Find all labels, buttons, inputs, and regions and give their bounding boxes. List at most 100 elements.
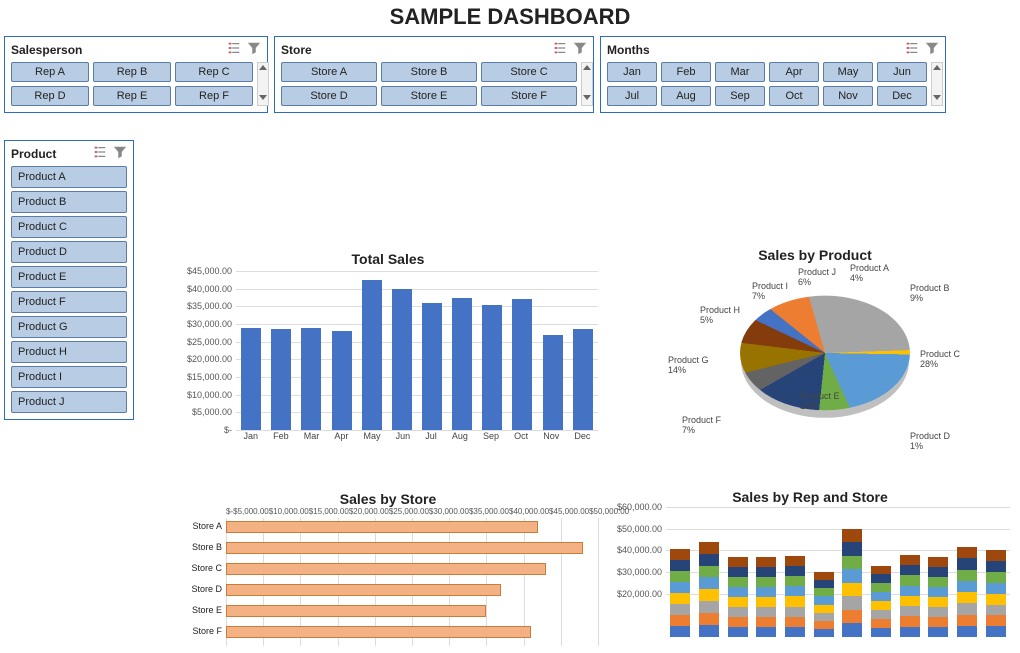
x-tick: Jul	[425, 431, 437, 441]
slicer-item[interactable]: Rep F	[175, 86, 253, 106]
multiselect-icon[interactable]	[227, 41, 241, 58]
bar-segment	[785, 576, 805, 586]
bar-segment	[957, 570, 977, 581]
slicer-item[interactable]: Sep	[715, 86, 765, 106]
chevron-up-icon[interactable]	[932, 63, 942, 76]
chart-sales-by-product: Sales by Product Product A4%Product B9%P…	[620, 247, 1010, 467]
bar-segment	[842, 623, 862, 637]
x-tick: Jun	[396, 431, 411, 441]
slicer-item[interactable]: Product F	[11, 291, 127, 313]
slicer-scrollbar[interactable]	[581, 62, 593, 106]
slicer-item[interactable]: Store A	[281, 62, 377, 82]
clear-filter-icon[interactable]	[925, 41, 939, 58]
slicer-item[interactable]: Aug	[661, 86, 711, 106]
bar-segment	[900, 586, 920, 596]
x-tick: $30,000.00	[429, 507, 469, 516]
bar-segment	[957, 603, 977, 614]
x-tick: Apr	[334, 431, 348, 441]
y-tick: $60,000.00	[610, 502, 662, 512]
slicer-item[interactable]: Mar	[715, 62, 765, 82]
bar-segment	[986, 594, 1006, 605]
bar-segment	[957, 592, 977, 603]
bar-segment	[756, 617, 776, 627]
slicer-item[interactable]: Product D	[11, 241, 127, 263]
bar-segment	[756, 577, 776, 587]
slicer-item[interactable]: Nov	[823, 86, 873, 106]
slicer-item[interactable]: Store D	[281, 86, 377, 106]
bar-segment	[785, 607, 805, 617]
slicer-item[interactable]: Jun	[877, 62, 927, 82]
sales-product-title: Sales by Product	[620, 247, 1010, 263]
slicer-item[interactable]: Oct	[769, 86, 819, 106]
chevron-down-icon[interactable]	[582, 92, 592, 105]
bar-segment	[670, 560, 690, 571]
stacked-bar	[842, 529, 862, 637]
pie-label: Product I7%	[752, 281, 788, 301]
bar-segment	[728, 557, 748, 567]
slicer-salesperson-title: Salesperson	[11, 43, 82, 57]
slicer-item[interactable]: Store F	[481, 86, 577, 106]
slicer-item[interactable]: Feb	[661, 62, 711, 82]
multiselect-icon[interactable]	[905, 41, 919, 58]
slicer-item[interactable]: Product H	[11, 341, 127, 363]
chevron-down-icon[interactable]	[258, 92, 268, 105]
slicer-item[interactable]: Rep A	[11, 62, 89, 82]
y-tick: Store B	[178, 542, 222, 552]
bar-segment	[900, 565, 920, 575]
slicer-item[interactable]: Product B	[11, 191, 127, 213]
slicer-item[interactable]: Product I	[11, 366, 127, 388]
slicer-item[interactable]: Rep B	[93, 62, 171, 82]
slicer-item[interactable]: Rep E	[93, 86, 171, 106]
slicer-item[interactable]: Dec	[877, 86, 927, 106]
slicer-item[interactable]: Product J	[11, 391, 127, 413]
slicer-item[interactable]: Store E	[381, 86, 477, 106]
bar-segment	[957, 581, 977, 592]
slicer-item[interactable]: Rep D	[11, 86, 89, 106]
slicer-item[interactable]: Product G	[11, 316, 127, 338]
bar-segment	[728, 577, 748, 587]
bar-segment	[670, 582, 690, 593]
bar-segment	[986, 615, 1006, 626]
bar-segment	[900, 555, 920, 565]
bar-segment	[986, 583, 1006, 594]
slicer-item[interactable]: Store B	[381, 62, 477, 82]
bar-segment	[928, 567, 948, 577]
chevron-up-icon[interactable]	[258, 63, 268, 76]
multiselect-icon[interactable]	[553, 41, 567, 58]
clear-filter-icon[interactable]	[247, 41, 261, 58]
slicer-item[interactable]: Apr	[769, 62, 819, 82]
clear-filter-icon[interactable]	[113, 145, 127, 162]
bar-segment	[986, 550, 1006, 561]
x-tick: $20,000.00	[349, 507, 389, 516]
rep-store-title: Sales by Rep and Store	[610, 489, 1010, 505]
y-tick: $40,000.00	[610, 545, 662, 555]
slicer-item[interactable]: Product A	[11, 166, 127, 188]
pie-label: Product A4%	[850, 263, 889, 283]
slicer-item[interactable]: May	[823, 62, 873, 82]
clear-filter-icon[interactable]	[573, 41, 587, 58]
y-tick: Store C	[178, 563, 222, 573]
slicer-item[interactable]: Jan	[607, 62, 657, 82]
slicer-item[interactable]: Rep C	[175, 62, 253, 82]
bar-segment	[814, 629, 834, 637]
pie-label: Product F7%	[682, 415, 721, 435]
slicer-scrollbar[interactable]	[931, 62, 943, 106]
slicer-item[interactable]: Product C	[11, 216, 127, 238]
bar-segment	[728, 597, 748, 607]
multiselect-icon[interactable]	[93, 145, 107, 162]
slicer-item[interactable]: Product E	[11, 266, 127, 288]
bar	[512, 299, 532, 430]
slicer-item[interactable]: Store C	[481, 62, 577, 82]
slicer-item[interactable]: Jul	[607, 86, 657, 106]
bar-segment	[728, 617, 748, 627]
chevron-down-icon[interactable]	[932, 92, 942, 105]
x-tick: $10,000.00	[269, 507, 309, 516]
slicer-scrollbar[interactable]	[257, 62, 269, 106]
pie-label: Product C28%	[920, 349, 960, 369]
bar-segment	[785, 556, 805, 566]
bar-segment	[842, 596, 862, 610]
chevron-up-icon[interactable]	[582, 63, 592, 76]
bar-segment	[871, 619, 891, 628]
y-tick: $20,000.00	[610, 589, 662, 599]
bar-segment	[871, 628, 891, 637]
